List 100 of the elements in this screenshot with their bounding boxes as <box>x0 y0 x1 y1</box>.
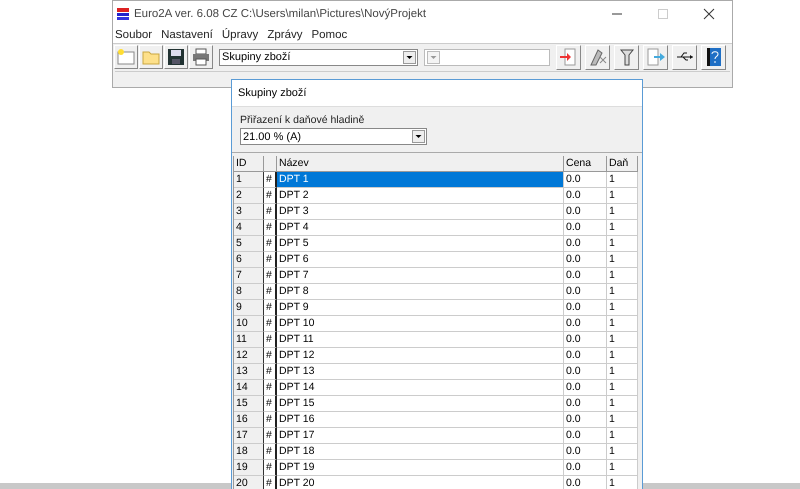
close-icon[interactable] <box>703 8 715 20</box>
column-header[interactable]: Cena <box>564 156 607 172</box>
table-cell: 1 <box>607 204 638 220</box>
table-cell: 0.0 <box>564 332 607 348</box>
column-header[interactable]: Daň <box>607 156 638 172</box>
table-cell: 0.0 <box>564 444 607 460</box>
row-header[interactable]: 2 <box>234 188 264 204</box>
dropdown-icon <box>403 50 416 64</box>
row-header[interactable]: 5 <box>234 236 264 252</box>
row-marker: # <box>264 252 277 268</box>
row-header[interactable]: 6 <box>234 252 264 268</box>
save-button[interactable] <box>164 45 188 70</box>
row-header[interactable]: 15 <box>234 396 264 412</box>
menu-item[interactable]: Zprávy <box>267 28 302 41</box>
table-cell[interactable]: DPT 17 <box>277 428 564 444</box>
table-cell: 1 <box>607 412 638 428</box>
row-header[interactable]: 18 <box>234 444 264 460</box>
table-cell: 0.0 <box>564 316 607 332</box>
row-header[interactable]: 9 <box>234 300 264 316</box>
table-cell[interactable]: DPT 10 <box>277 316 564 332</box>
table-cell[interactable]: DPT 18 <box>277 444 564 460</box>
menu-item[interactable]: Pomoc <box>311 28 348 41</box>
table-cell: 0.0 <box>564 236 607 252</box>
table-cell: 0.0 <box>564 252 607 268</box>
table-cell[interactable]: DPT 6 <box>277 252 564 268</box>
table-cell: 0.0 <box>564 476 607 489</box>
table-cell[interactable]: DPT 16 <box>277 412 564 428</box>
table-cell[interactable]: DPT 7 <box>277 268 564 284</box>
row-marker: # <box>264 236 277 252</box>
table-cell: 0.0 <box>564 300 607 316</box>
table-cell: 0.0 <box>564 348 607 364</box>
table-cell: 1 <box>607 188 638 204</box>
row-header[interactable]: 17 <box>234 428 264 444</box>
row-marker: # <box>264 172 277 188</box>
table-cell[interactable]: DPT 1 <box>277 172 564 188</box>
table-cell[interactable]: DPT 15 <box>277 396 564 412</box>
row-marker: # <box>264 412 277 428</box>
row-header[interactable]: 14 <box>234 380 264 396</box>
row-header[interactable]: 3 <box>234 204 264 220</box>
table-cell: 0.0 <box>564 364 607 380</box>
row-header[interactable]: 7 <box>234 268 264 284</box>
new-file-button[interactable] <box>114 45 138 70</box>
table-cell[interactable]: DPT 4 <box>277 220 564 236</box>
table-cell: 0.0 <box>564 284 607 300</box>
tax-select[interactable]: 21.00 % (A) <box>240 128 427 145</box>
row-marker: # <box>264 348 277 364</box>
table-cell: 1 <box>607 348 638 364</box>
table-cell[interactable]: DPT 12 <box>277 348 564 364</box>
row-header[interactable]: 4 <box>234 220 264 236</box>
table-cell: 1 <box>607 316 638 332</box>
row-header[interactable]: 8 <box>234 284 264 300</box>
table-cell: 1 <box>607 172 638 188</box>
table-cell[interactable]: DPT 2 <box>277 188 564 204</box>
table-cell[interactable]: DPT 11 <box>277 332 564 348</box>
brush-button[interactable] <box>585 44 610 70</box>
row-marker: # <box>264 428 277 444</box>
usb-button[interactable] <box>672 44 697 70</box>
row-marker: # <box>264 396 277 412</box>
table-cell[interactable]: DPT 8 <box>277 284 564 300</box>
table-cell: 1 <box>607 380 638 396</box>
table-cell[interactable]: DPT 3 <box>277 204 564 220</box>
print-button[interactable] <box>189 45 213 70</box>
column-header[interactable]: ID <box>234 156 264 172</box>
table-cell: 1 <box>607 364 638 380</box>
table-cell[interactable]: DPT 9 <box>277 300 564 316</box>
row-header[interactable]: 13 <box>234 364 264 380</box>
table-cell: 1 <box>607 300 638 316</box>
row-header[interactable]: 19 <box>234 460 264 476</box>
table-cell: 1 <box>607 444 638 460</box>
table-cell[interactable]: DPT 14 <box>277 380 564 396</box>
table-cell: 0.0 <box>564 172 607 188</box>
row-marker: # <box>264 188 277 204</box>
menu-item[interactable]: Nastavení <box>161 28 213 41</box>
table-cell[interactable]: DPT 13 <box>277 364 564 380</box>
table-cell: 1 <box>607 220 638 236</box>
menu-item[interactable]: Soubor <box>115 28 152 41</box>
page-select[interactable]: Skupiny zboží <box>219 48 418 66</box>
column-header[interactable]: Název <box>277 156 564 172</box>
row-marker: # <box>264 380 277 396</box>
import-button[interactable] <box>556 44 581 70</box>
table-cell: 1 <box>607 396 638 412</box>
app-logo-icon <box>116 7 130 22</box>
row-header[interactable]: 20 <box>234 476 264 489</box>
row-marker: # <box>264 300 277 316</box>
table-cell: 1 <box>607 428 638 444</box>
table-cell: 1 <box>607 460 638 476</box>
menu-item[interactable]: Úpravy <box>222 28 258 41</box>
help-button[interactable] <box>701 44 726 70</box>
row-marker: # <box>264 444 277 460</box>
row-header[interactable]: 1 <box>234 172 264 188</box>
row-header[interactable]: 11 <box>234 332 264 348</box>
table-cell[interactable]: DPT 5 <box>277 236 564 252</box>
table-cell[interactable]: DPT 20 <box>277 476 564 489</box>
row-header[interactable]: 12 <box>234 348 264 364</box>
table-cell: 0.0 <box>564 460 607 476</box>
row-marker: # <box>264 220 277 236</box>
row-header[interactable]: 16 <box>234 412 264 428</box>
row-marker: # <box>264 204 277 220</box>
row-header[interactable]: 10 <box>234 316 264 332</box>
table-cell[interactable]: DPT 19 <box>277 460 564 476</box>
